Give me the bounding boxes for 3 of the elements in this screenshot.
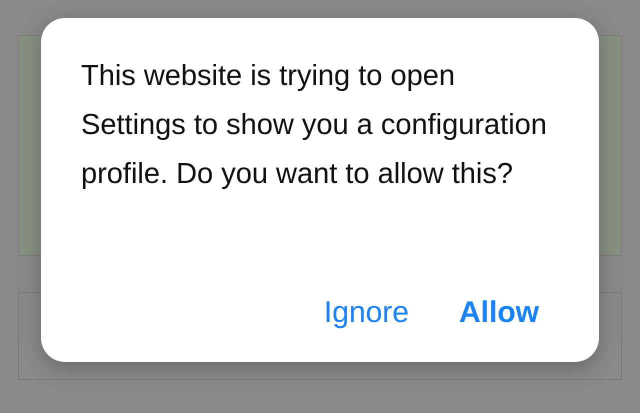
dismiss-button[interactable]: Ignore	[324, 296, 409, 330]
alert-message: This website is trying to open Settings to show you a configuration profile. Do you want to allow this?	[81, 59, 548, 192]
confirm-button[interactable]: Allow	[459, 296, 539, 330]
